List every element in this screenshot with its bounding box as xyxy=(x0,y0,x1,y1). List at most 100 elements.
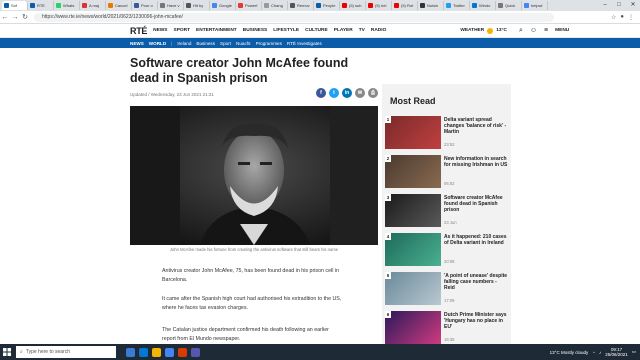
browser-tab[interactable]: helpwi xyxy=(522,1,548,10)
menu-label[interactable]: MENU xyxy=(555,28,569,33)
article-paragraph-3: The Catalan justice department confirmed… xyxy=(162,327,329,342)
volume-icon[interactable]: ♪ xyxy=(599,350,601,355)
browser-tab[interactable]: (5) hel xyxy=(366,1,392,10)
most-read-item[interactable]: 5 'A point of unease' despite falling cas… xyxy=(385,272,509,309)
tab-favicon-icon xyxy=(290,3,295,8)
most-read-item[interactable]: 1 Delta variant spread changes 'balance o… xyxy=(385,116,509,153)
subnav-item[interactable]: Nuacht xyxy=(236,41,251,46)
subnav-item[interactable]: Ireland xyxy=(177,41,191,46)
most-read-time: 20:08 xyxy=(444,259,455,264)
browser-tab[interactable]: Powerf xyxy=(236,1,262,10)
email-icon[interactable]: ✉ xyxy=(355,88,365,98)
tab-title: Quick xyxy=(505,3,516,8)
clock[interactable]: 09:17 25/06/2021 xyxy=(605,347,628,357)
tab-favicon-icon xyxy=(82,3,87,8)
nav-item-player[interactable]: PLAYER xyxy=(334,28,353,33)
nav-item-radio[interactable]: RADIO xyxy=(371,28,386,33)
tab-title: (5) sub xyxy=(349,3,362,8)
profile-icon[interactable]: ● xyxy=(620,14,624,21)
browser-tab[interactable]: Windo xyxy=(470,1,496,10)
subnav-item[interactable]: RTÉ Investigates xyxy=(287,41,322,46)
browser-tab[interactable]: Pour o xyxy=(132,1,158,10)
browser-tab[interactable]: Google xyxy=(210,1,236,10)
browser-tab[interactable]: Twitter xyxy=(444,1,470,10)
tab-favicon-icon xyxy=(264,3,269,8)
file-explorer-icon[interactable] xyxy=(152,347,161,357)
subnav-item[interactable]: WORLD xyxy=(149,41,166,46)
most-read-rank: 4 xyxy=(385,233,391,240)
tab-favicon-icon xyxy=(420,3,425,8)
subnav-item[interactable]: Programmes xyxy=(256,41,282,46)
print-icon[interactable]: ⎙ xyxy=(368,88,378,98)
browser-tab[interactable]: Cancel xyxy=(106,1,132,10)
maximize-icon[interactable]: □ xyxy=(612,0,626,11)
browser-tab[interactable]: Remov xyxy=(288,1,314,10)
browser-tab[interactable]: Whats xyxy=(54,1,80,10)
notifications-icon[interactable]: ▭ xyxy=(632,349,636,355)
browser-tab[interactable]: (5) sub xyxy=(340,1,366,10)
linkedin-icon[interactable]: in xyxy=(342,88,352,98)
browser-tab[interactable]: People xyxy=(314,1,340,10)
browser-tab[interactable]: (5) Rot xyxy=(392,1,418,10)
most-read-item[interactable]: 2 New information in search for missing I… xyxy=(385,155,509,192)
most-read-rank: 5 xyxy=(385,272,391,279)
window-controls: – □ ✕ xyxy=(598,0,640,11)
most-read-item[interactable]: 3 Software creator McAfee found dead in S… xyxy=(385,194,509,231)
weather-widget[interactable]: WEATHER 13°C xyxy=(460,27,507,34)
twitter-icon[interactable]: t xyxy=(329,88,339,98)
nav-item-culture[interactable]: CULTURE xyxy=(305,28,328,33)
subnav-item[interactable]: Business xyxy=(196,41,215,46)
section-nav: NEWS WORLD | Ireland Business Sport Nuacht Prog… xyxy=(0,38,640,48)
tab-favicon-icon xyxy=(472,3,477,8)
nav-item-sport[interactable]: SPORT xyxy=(174,28,191,33)
weather-label: WEATHER xyxy=(460,28,485,33)
most-read-headline: 'A point of unease' despite falling case… xyxy=(444,273,508,292)
reload-icon[interactable]: ↻ xyxy=(20,13,30,21)
nav-item-tv[interactable]: TV xyxy=(359,28,365,33)
user-icon[interactable]: ☺ xyxy=(530,27,537,34)
windows-start-icon[interactable] xyxy=(0,344,14,360)
nav-item-lifestyle[interactable]: LIFESTYLE xyxy=(273,28,299,33)
office-icon[interactable] xyxy=(178,347,187,357)
menu-icon[interactable]: ≡ xyxy=(544,27,548,34)
forward-icon[interactable]: → xyxy=(10,14,20,21)
chrome-icon[interactable] xyxy=(165,347,174,357)
close-icon[interactable]: ✕ xyxy=(626,0,640,11)
star-icon[interactable]: ☆ xyxy=(611,14,616,21)
browser-tab[interactable]: Quick xyxy=(496,1,522,10)
tab-title: Hit by xyxy=(193,3,204,8)
search-icon[interactable]: ⌕ xyxy=(519,27,523,35)
subnav-item[interactable]: NEWS xyxy=(130,41,144,46)
search-icon: ⌕ xyxy=(20,349,23,355)
most-read-item[interactable]: 6 Dutch Prime Minister says 'Hungary has … xyxy=(385,311,509,344)
browser-tab[interactable]: Hit by xyxy=(184,1,210,10)
edge-icon[interactable] xyxy=(139,347,148,357)
site-logo[interactable]: RTÉ xyxy=(130,26,147,36)
nav-item-entertainment[interactable]: ENTERTAINMENT xyxy=(196,28,237,33)
nav-item-business[interactable]: BUSINESS xyxy=(243,28,268,33)
taskbar-search[interactable]: ⌕ Type here to search xyxy=(16,346,116,358)
url-input[interactable]: https://www.rte.ie/news/world/2021/0623/… xyxy=(34,12,554,22)
most-read-thumbnail: 1 xyxy=(385,116,441,149)
more-icon[interactable]: ⋮ xyxy=(628,14,634,21)
browser-tab[interactable]: Noisin xyxy=(418,1,444,10)
minimize-icon[interactable]: – xyxy=(598,0,612,11)
browser-tab[interactable]: RTE xyxy=(28,1,54,10)
subnav-item[interactable]: Sport xyxy=(220,41,231,46)
teams-icon[interactable] xyxy=(191,347,200,357)
tray-weather[interactable]: 13°C Mostly cloudy xyxy=(550,350,589,355)
most-read-headline: Dutch Prime Minister says 'Hungary has n… xyxy=(444,312,507,331)
back-icon[interactable]: ← xyxy=(0,14,10,21)
browser-tab[interactable]: A maj xyxy=(80,1,106,10)
network-icon[interactable]: ◔ xyxy=(592,350,595,355)
browser-tab[interactable]: Sof xyxy=(2,1,28,10)
browser-tab[interactable]: Have v xyxy=(158,1,184,10)
nav-item-news[interactable]: NEWS xyxy=(153,28,167,33)
most-read-item[interactable]: 4 As it happened: 210 cases of Delta vari… xyxy=(385,233,509,270)
facebook-icon[interactable]: f xyxy=(316,88,326,98)
task-view-icon[interactable] xyxy=(126,347,135,357)
most-read-time: 06:02 xyxy=(444,181,455,186)
system-tray: 13°C Mostly cloudy ◔ ♪ 09:17 25/06/2021 … xyxy=(550,347,640,357)
browser-tab[interactable]: Chang xyxy=(262,1,288,10)
tab-favicon-icon xyxy=(160,3,165,8)
